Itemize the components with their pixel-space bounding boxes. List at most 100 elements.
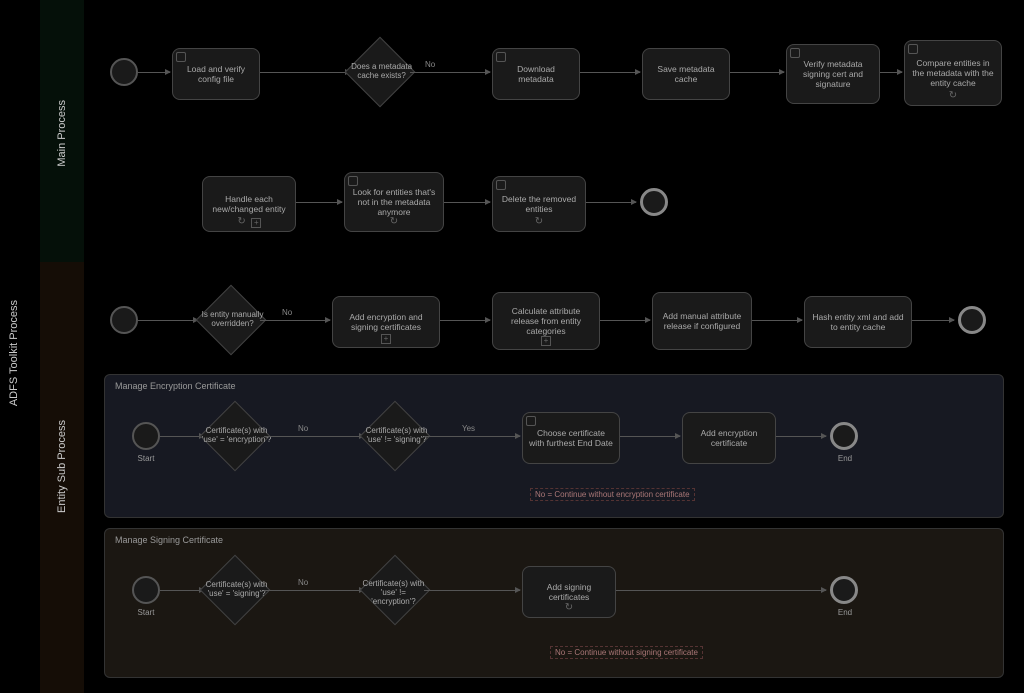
flow	[296, 202, 342, 203]
start-label: Start	[128, 608, 164, 617]
flow	[424, 436, 520, 437]
flow	[752, 320, 802, 321]
flow	[730, 72, 784, 73]
edge-no: No	[298, 424, 308, 433]
panel-title: Manage Signing Certificate	[115, 535, 223, 545]
loop-icon: ↻	[535, 216, 543, 228]
task-save-cache[interactable]: Save metadata cache	[642, 48, 730, 100]
loop-icon: ↻	[949, 90, 957, 102]
task-label: Load and verify config file	[179, 64, 253, 84]
loop-icon: ↻	[390, 216, 398, 228]
gateway-label: Certificate(s) with 'use' != 'signing'?	[362, 427, 432, 445]
script-icon	[908, 44, 918, 54]
end-event-sign	[830, 576, 858, 604]
edge-no-continue-enc: No = Continue without encryption certifi…	[530, 488, 695, 501]
end-event-sub	[958, 306, 986, 334]
edge-no: No	[425, 60, 435, 69]
start-event-main	[110, 58, 138, 86]
script-icon	[348, 176, 358, 186]
gateway-label: Is entity manually overridden?	[198, 311, 268, 329]
script-icon	[176, 52, 186, 62]
flow	[580, 72, 640, 73]
edge-no-continue-sign: No = Continue without signing certificat…	[550, 646, 703, 659]
start-event-enc	[132, 422, 160, 450]
task-load-config[interactable]: Load and verify config file	[172, 48, 260, 100]
task-label: Handle each new/changed entity	[209, 194, 289, 214]
subprocess-icon: +	[541, 336, 551, 346]
script-icon	[496, 52, 506, 62]
subprocess-icon: +	[381, 334, 391, 344]
flow	[160, 590, 204, 591]
script-icon	[496, 180, 506, 190]
task-label: Add signing certificates	[529, 582, 609, 602]
task-manual-release[interactable]: Add manual attribute release if configur…	[652, 292, 752, 350]
start-event-sub	[110, 306, 138, 334]
pool-title: ADFS Toolkit Process	[8, 300, 20, 406]
flow	[424, 590, 520, 591]
task-compare-entities[interactable]: Compare entities in the metadata with th…	[904, 40, 1002, 106]
flow	[620, 436, 680, 437]
gateway-label: Certificate(s) with 'use' != 'encryption…	[358, 580, 428, 606]
task-hash-entity[interactable]: Hash entity xml and add to entity cache	[804, 296, 912, 348]
start-event-sign	[132, 576, 160, 604]
flow	[410, 72, 490, 73]
flow	[260, 320, 330, 321]
flow	[586, 202, 636, 203]
flow	[260, 72, 350, 73]
flow	[264, 590, 364, 591]
task-label: Choose certificate with furthest End Dat…	[529, 428, 613, 448]
task-label: Add encryption and signing certificates	[339, 312, 433, 332]
task-label: Save metadata cache	[649, 64, 723, 84]
loop-icon: ↻	[237, 216, 245, 228]
task-choose-furthest[interactable]: Choose certificate with furthest End Dat…	[522, 412, 620, 464]
edge-no: No	[282, 308, 292, 317]
task-look-removed[interactable]: Look for entities that's not in the meta…	[344, 172, 444, 232]
end-label: End	[830, 608, 860, 617]
edge-yes: Yes	[462, 424, 475, 433]
task-add-certs[interactable]: Add encryption and signing certificates …	[332, 296, 440, 348]
end-label: End	[830, 454, 860, 463]
task-label: Calculate attribute release from entity …	[499, 306, 593, 337]
task-download-metadata[interactable]: Download metadata	[492, 48, 580, 100]
task-calc-release[interactable]: Calculate attribute release from entity …	[492, 292, 600, 350]
lane-main-label: Main Process	[56, 100, 68, 167]
task-handle-entity[interactable]: Handle each new/changed entity ↻ +	[202, 176, 296, 232]
flow	[440, 320, 490, 321]
gateway-cache-exists[interactable]: Does a metadata cache exists?	[345, 37, 416, 108]
task-label: Delete the removed entities	[499, 194, 579, 214]
lane-sub-label: Entity Sub Process	[56, 420, 68, 513]
end-event-enc	[830, 422, 858, 450]
subprocess-icon: +	[251, 218, 261, 228]
flow	[600, 320, 650, 321]
task-add-enc-cert[interactable]: Add encryption certificate	[682, 412, 776, 464]
task-label: Add manual attribute release if configur…	[659, 311, 745, 331]
task-label: Download metadata	[499, 64, 573, 84]
start-label: Start	[128, 454, 164, 463]
task-add-sign-cert[interactable]: Add signing certificates ↻	[522, 566, 616, 618]
task-label: Add encryption certificate	[689, 428, 769, 448]
flow	[138, 320, 198, 321]
gateway-label: Certificate(s) with 'use' = 'signing'?	[202, 581, 272, 599]
flow	[912, 320, 954, 321]
flow	[160, 436, 204, 437]
flow	[880, 72, 902, 73]
task-label: Compare entities in the metadata with th…	[911, 58, 995, 89]
task-label: Hash entity xml and add to entity cache	[811, 312, 905, 332]
script-icon	[790, 48, 800, 58]
gateway-label: Does a metadata cache exists?	[347, 63, 417, 81]
end-event-main	[640, 188, 668, 216]
flow	[444, 202, 490, 203]
edge-no: No	[298, 578, 308, 587]
flow	[776, 436, 826, 437]
flow	[138, 72, 170, 73]
loop-icon: ↻	[565, 602, 573, 614]
task-verify-signing[interactable]: Verify metadata signing cert and signatu…	[786, 44, 880, 104]
task-label: Verify metadata signing cert and signatu…	[793, 59, 873, 90]
gateway-manually-overridden[interactable]: Is entity manually overridden?	[196, 285, 267, 356]
gateway-label: Certificate(s) with 'use' = 'encryption'…	[202, 427, 272, 445]
task-delete-removed[interactable]: Delete the removed entities ↻	[492, 176, 586, 232]
flow	[264, 436, 364, 437]
task-label: Look for entities that's not in the meta…	[351, 187, 437, 218]
script-icon	[526, 416, 536, 426]
flow	[616, 590, 826, 591]
